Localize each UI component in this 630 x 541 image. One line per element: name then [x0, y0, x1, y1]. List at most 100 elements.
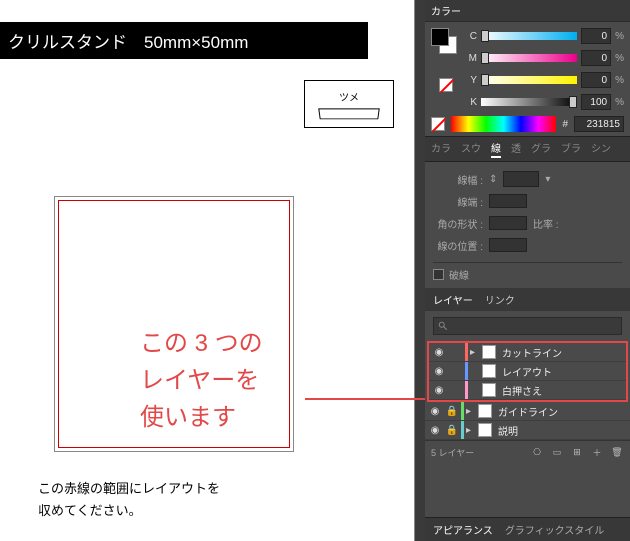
layer-color-icon	[461, 421, 464, 439]
tab-graphic-styles[interactable]: グラフィックスタイル	[505, 522, 605, 537]
black-value[interactable]: 100	[581, 94, 611, 110]
tab-stroke[interactable]: 線	[491, 140, 501, 158]
stroke-corner-label: 角の形状 :	[433, 216, 483, 231]
none-swatch-icon[interactable]	[439, 78, 453, 92]
visibility-toggle-icon[interactable]: ◉	[431, 366, 447, 377]
tab-links[interactable]: リンク	[485, 292, 515, 307]
black-pct: %	[615, 97, 624, 108]
layers-panel-tabs: レイヤー リンク	[425, 288, 630, 311]
layer-row-guideline[interactable]: ◉ 🔒 ▸ ガイドライン	[425, 402, 630, 421]
black-slider[interactable]	[481, 98, 577, 106]
layer-row-layout[interactable]: ◉ レイアウト	[429, 362, 626, 381]
tab-symbols[interactable]: シン	[591, 140, 611, 158]
color-spectrum[interactable]	[451, 116, 556, 132]
magenta-pct: %	[615, 53, 624, 64]
tab-brushes[interactable]: ブラ	[561, 140, 581, 158]
color-panel: C 0 % M 0 % Y 0 % K	[425, 22, 630, 136]
layers-footer: 5 レイヤー ⎔ ▭ ⊞ ＋ 🗑	[425, 440, 630, 463]
delete-layer-icon[interactable]: 🗑	[610, 445, 624, 459]
canvas-area[interactable]: クリルスタンド 50mm×50mm ツメ この 3 つの レイヤーを 使います …	[0, 0, 425, 541]
layer-color-icon	[465, 362, 468, 380]
layer-search-input[interactable]	[433, 317, 622, 335]
cyan-slider[interactable]	[481, 32, 577, 40]
tab-layers[interactable]: レイヤー	[433, 292, 473, 307]
yellow-pct: %	[615, 75, 624, 86]
cyan-value[interactable]: 0	[581, 28, 611, 44]
annotation-line1: この 3 つの	[140, 325, 263, 362]
expand-caret-icon[interactable]: ▸	[466, 425, 476, 436]
search-icon	[438, 321, 448, 331]
magenta-slider[interactable]	[481, 54, 577, 62]
create-sublayer-icon[interactable]: ⊞	[570, 445, 584, 459]
stroke-cap-picker[interactable]	[489, 194, 527, 208]
visibility-toggle-icon[interactable]: ◉	[427, 406, 443, 417]
layer-name[interactable]: 白押さえ	[498, 383, 542, 398]
caption-line1: この赤線の範囲にレイアウトを	[38, 478, 220, 500]
visibility-toggle-icon[interactable]: ◉	[431, 347, 447, 358]
tab-swatches[interactable]: スウ	[461, 140, 481, 158]
yellow-value[interactable]: 0	[581, 72, 611, 88]
lock-icon[interactable]: 🔒	[445, 406, 459, 417]
tsume-box: ツメ	[304, 80, 394, 128]
tab-gradient[interactable]: グラ	[531, 140, 551, 158]
locate-object-icon[interactable]: ⎔	[530, 445, 544, 459]
annotation-line3: 使います	[140, 399, 263, 436]
yellow-label: Y	[467, 75, 477, 86]
stroke-corner-picker[interactable]	[489, 216, 527, 230]
annotation-pointer-line	[305, 398, 425, 400]
cyan-pct: %	[615, 31, 624, 42]
doc-title-bar: クリルスタンド 50mm×50mm	[0, 22, 368, 59]
stroke-width-dropdown-icon[interactable]: ▾	[545, 174, 550, 185]
stroke-cap-label: 線端 :	[433, 194, 483, 209]
yellow-slider-row: Y 0 %	[467, 72, 624, 88]
yellow-slider[interactable]	[481, 76, 577, 84]
layer-name[interactable]: レイアウト	[498, 364, 552, 379]
layer-highlight-group: ◉ ▸ カットライン ◉ レイアウト ◉	[427, 341, 628, 402]
visibility-toggle-icon[interactable]: ◉	[427, 425, 443, 436]
panels-dock: カラー C 0 % M 0	[425, 0, 630, 541]
annotation-line2: レイヤーを	[140, 362, 263, 399]
caption-text: この赤線の範囲にレイアウトを 収めてください。	[38, 478, 220, 522]
caption-line2: 収めてください。	[38, 500, 220, 522]
expand-caret-icon[interactable]: ▸	[466, 406, 476, 417]
dash-label: 破線	[449, 267, 469, 282]
layer-color-icon	[465, 381, 468, 399]
black-label: K	[467, 97, 477, 108]
appearance-panel-tabs: アピアランス グラフィックスタイル	[425, 517, 630, 541]
cyan-slider-row: C 0 %	[467, 28, 624, 44]
artboard[interactable]: クリルスタンド 50mm×50mm ツメ この 3 つの レイヤーを 使います …	[0, 0, 415, 541]
tab-transparency[interactable]: 透	[511, 140, 521, 158]
layer-row-shiroosae[interactable]: ◉ 白押さえ	[429, 381, 626, 400]
layer-color-icon	[465, 343, 468, 361]
tab-color[interactable]: カラ	[431, 140, 451, 158]
layer-thumbnail	[482, 364, 496, 378]
visibility-toggle-icon[interactable]: ◉	[431, 385, 447, 396]
fill-swatch[interactable]	[431, 28, 449, 46]
make-clipping-mask-icon[interactable]: ▭	[550, 445, 564, 459]
fill-stroke-swatch[interactable]	[431, 28, 457, 54]
layer-row-setsumei[interactable]: ◉ 🔒 ▸ 説明	[425, 421, 630, 440]
hex-value[interactable]: 231815	[574, 116, 624, 132]
lock-icon[interactable]: 🔒	[445, 425, 459, 436]
stroke-width-input[interactable]	[503, 171, 539, 187]
stroke-align-picker[interactable]	[489, 238, 527, 252]
magenta-label: M	[467, 53, 477, 64]
magenta-value[interactable]: 0	[581, 50, 611, 66]
layer-thumbnail	[482, 383, 496, 397]
none-color-icon[interactable]	[431, 117, 445, 131]
layer-name[interactable]: ガイドライン	[494, 404, 558, 419]
layer-list: ◉ ▸ カットライン ◉ レイアウト ◉	[425, 341, 630, 440]
new-layer-icon[interactable]: ＋	[590, 445, 604, 459]
layer-name[interactable]: カットライン	[498, 345, 562, 360]
stroke-width-stepper-icon[interactable]: ⇕	[489, 174, 497, 185]
tab-appearance[interactable]: アピアランス	[433, 522, 493, 537]
layer-name[interactable]: 説明	[494, 423, 518, 438]
expand-caret-icon[interactable]: ▸	[470, 347, 480, 358]
layer-row-cutline[interactable]: ◉ ▸ カットライン	[429, 343, 626, 362]
tsume-label: ツメ	[339, 89, 359, 104]
dash-checkbox[interactable]	[433, 269, 444, 280]
magenta-slider-row: M 0 %	[467, 50, 624, 66]
stroke-width-label: 線幅 :	[433, 172, 483, 187]
cyan-label: C	[467, 31, 477, 42]
layer-color-icon	[461, 402, 464, 420]
